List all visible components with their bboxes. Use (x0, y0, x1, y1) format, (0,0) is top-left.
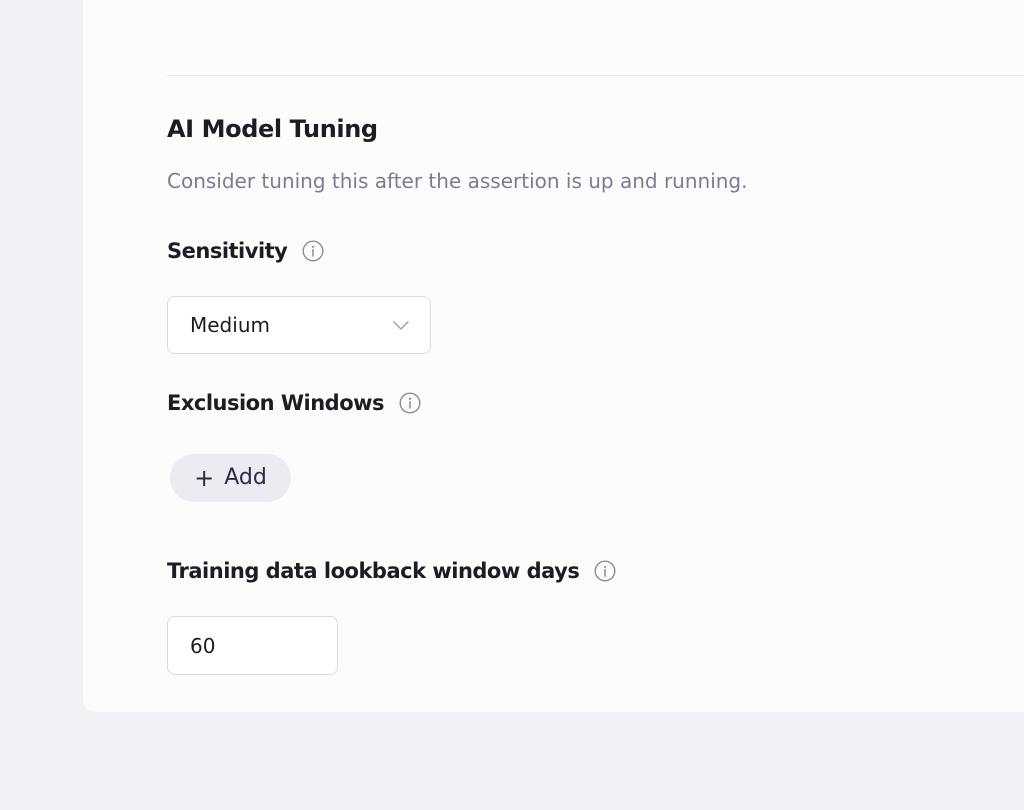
training-lookback-label-row: Training data lookback window days (167, 556, 616, 586)
section-description: Consider tuning this after the assertion… (167, 169, 748, 193)
sensitivity-selected-value: Medium (190, 313, 270, 337)
training-lookback-input[interactable] (167, 616, 338, 675)
exclusion-windows-info-icon[interactable] (399, 392, 421, 414)
add-button-label: Add (224, 465, 267, 490)
sensitivity-label-row: Sensitivity (167, 236, 324, 266)
settings-card: AI Model Tuning Consider tuning this aft… (83, 0, 1024, 712)
plus-icon: + (194, 464, 215, 492)
sensitivity-info-icon[interactable] (302, 240, 324, 262)
section-divider (167, 75, 1024, 76)
exclusion-windows-label: Exclusion Windows (167, 391, 385, 415)
training-lookback-label: Training data lookback window days (167, 559, 580, 583)
exclusion-windows-label-row: Exclusion Windows (167, 388, 421, 418)
sensitivity-label: Sensitivity (167, 239, 288, 263)
add-exclusion-window-button[interactable]: + Add (170, 454, 291, 502)
training-lookback-info-icon[interactable] (594, 560, 616, 582)
chevron-down-icon (392, 316, 410, 334)
section-title: AI Model Tuning (167, 115, 378, 143)
sensitivity-select[interactable]: Medium (167, 296, 431, 354)
